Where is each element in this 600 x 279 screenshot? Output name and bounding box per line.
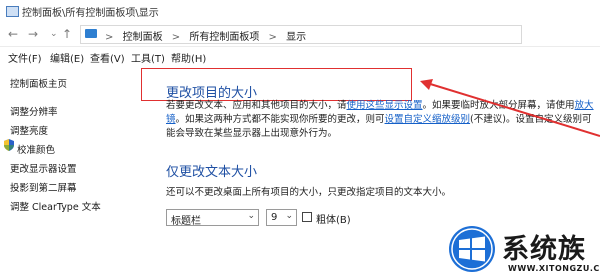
watermark: 系统族 WWW.XITONGZU.COM (444, 221, 600, 279)
watermark-url: WWW.XITONGZU.COM (508, 264, 600, 273)
watermark-text: 系统族 (502, 234, 586, 265)
windows-logo-icon (449, 226, 495, 272)
